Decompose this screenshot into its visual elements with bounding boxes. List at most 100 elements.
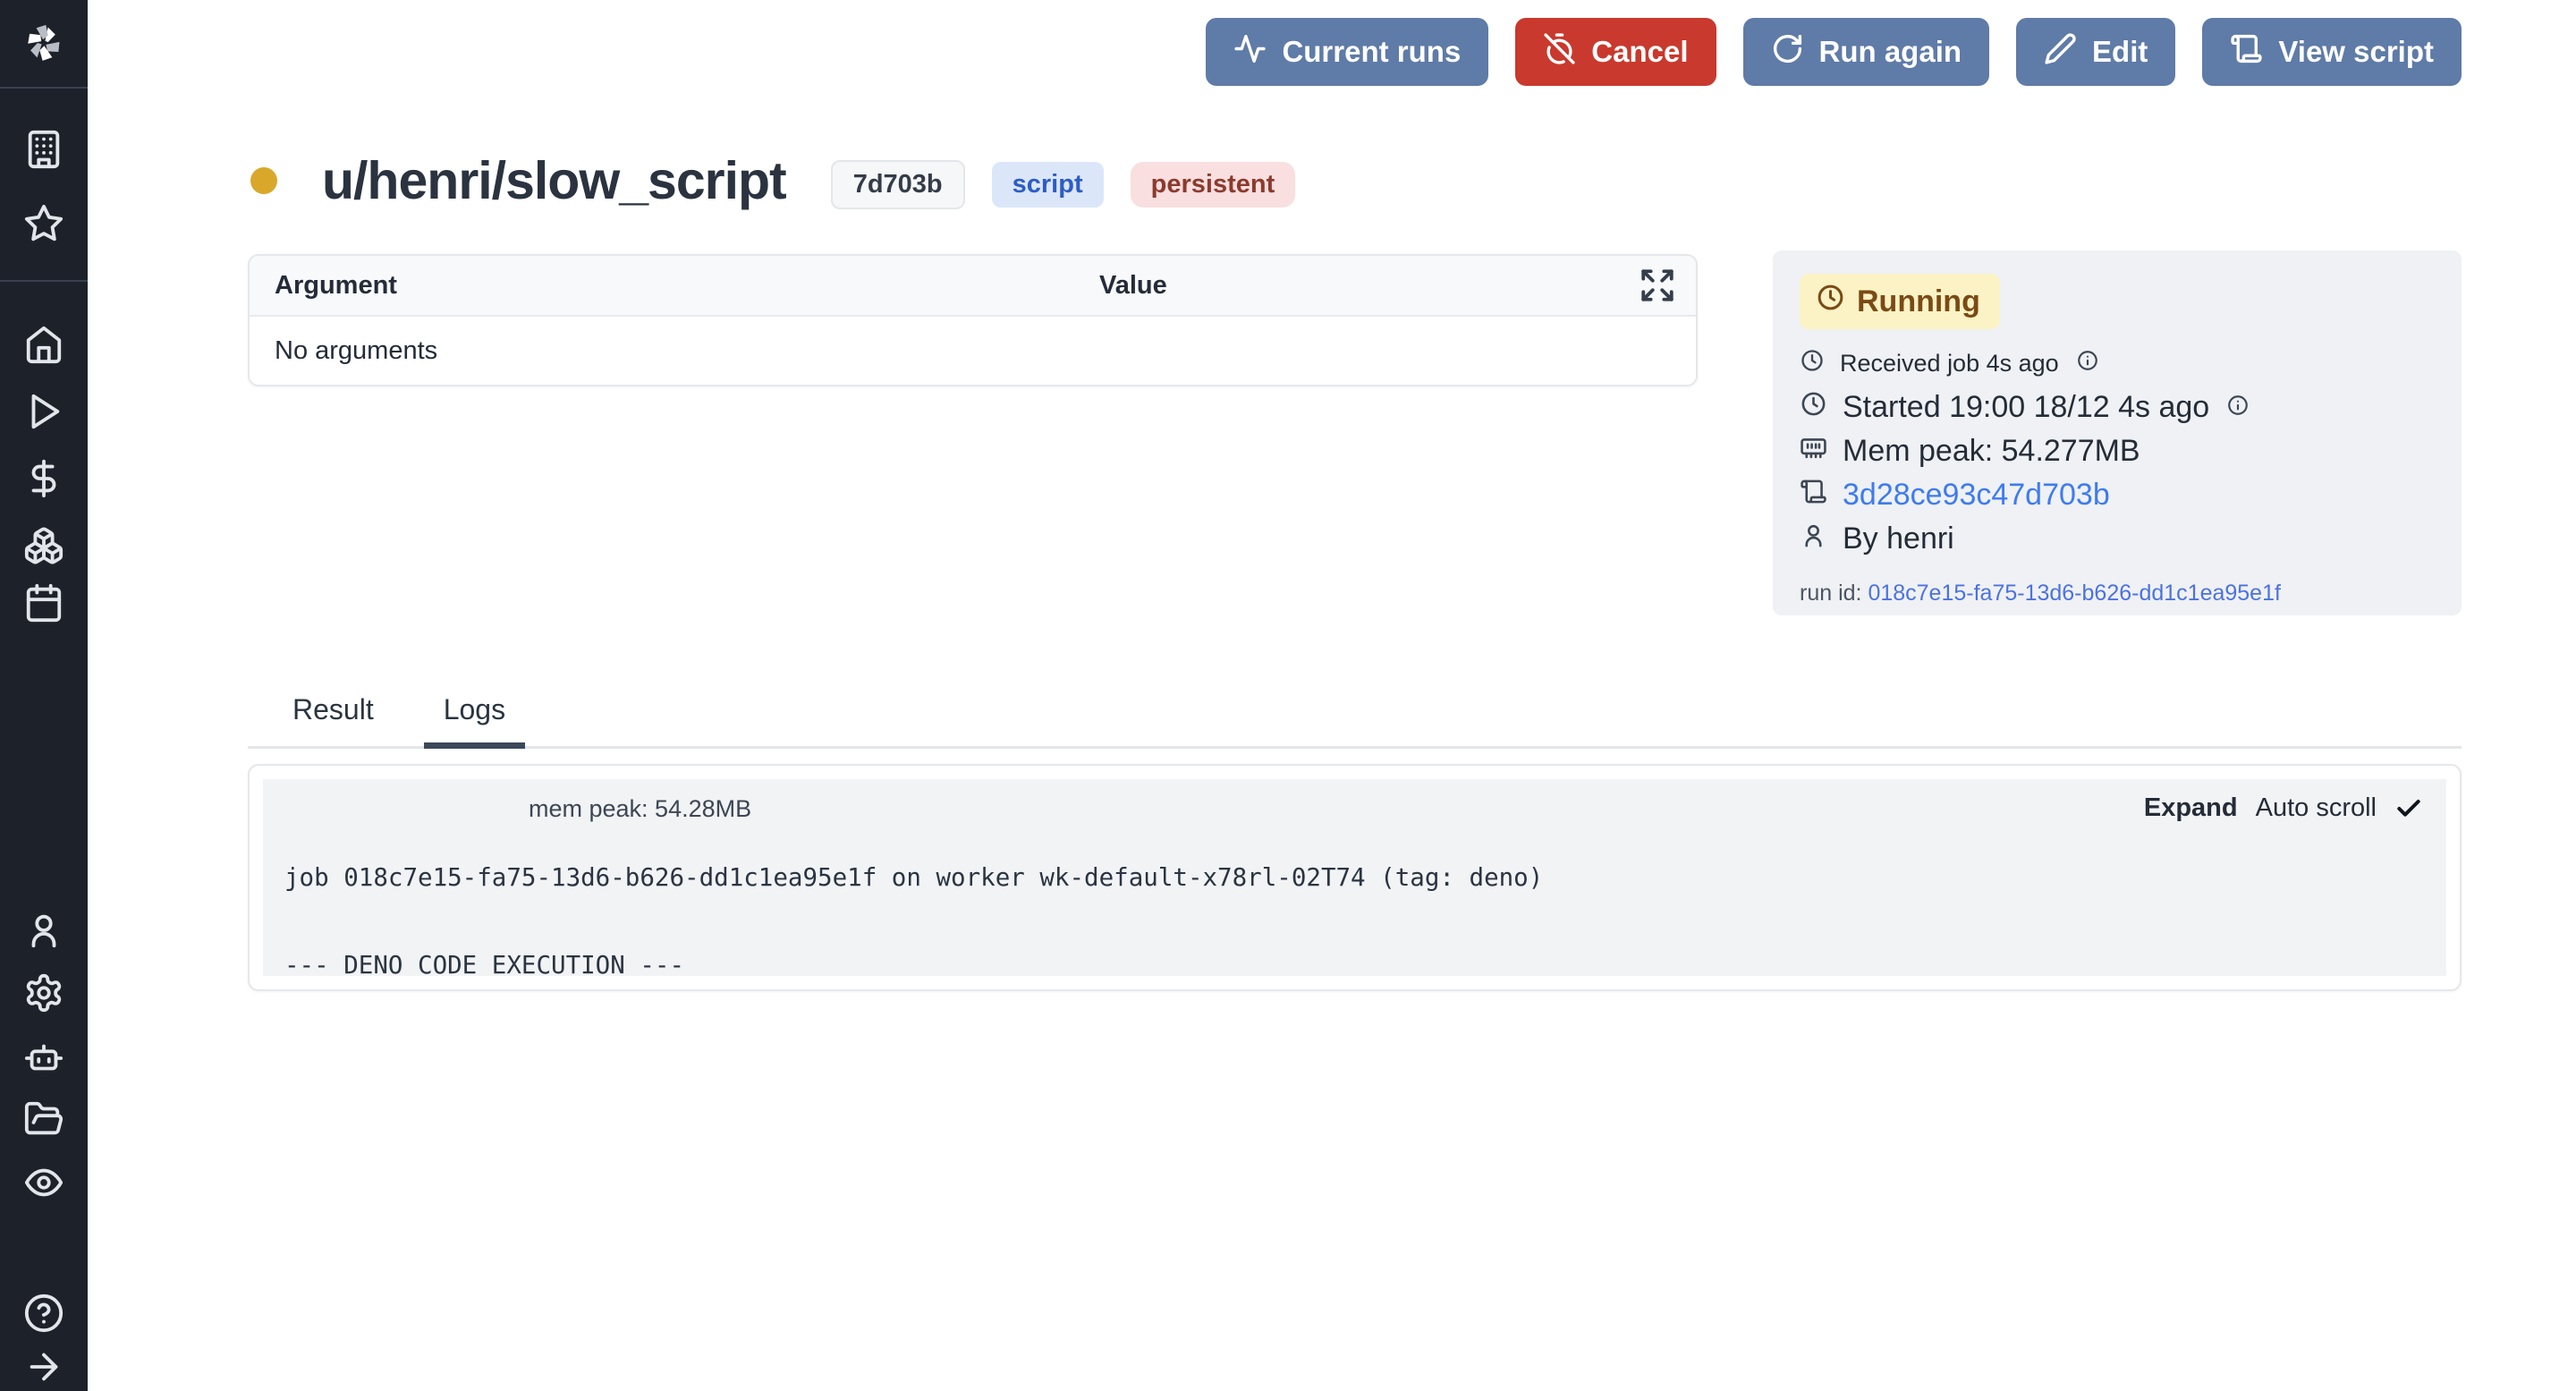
mem-peak-row: Mem peak: 54.277MB [1800,429,2435,473]
user-icon [23,939,64,954]
timer-off-icon [1543,32,1576,72]
sidebar-item-workspace[interactable] [23,129,64,170]
clock-icon [1800,348,1825,379]
cancel-label: Cancel [1591,35,1688,69]
boxes-icon [23,555,64,570]
sidebar-divider [0,87,88,89]
logs-expand-button[interactable]: Expand [2144,793,2238,823]
status-badge-label: Running [1857,284,1980,319]
eye-icon [23,1192,64,1207]
toolbar: Current runs Cancel Run again Edit View … [1206,18,2462,86]
started-text: Started 19:00 18/12 4s ago [1843,390,2209,425]
arguments-table: Argument Value No arguments [248,254,1698,386]
edit-button[interactable]: Edit [2016,18,2175,86]
sidebar-item-workers[interactable] [23,1038,64,1079]
info-icon[interactable] [2224,390,2250,425]
scroll-icon [2230,32,2263,72]
hash-badge[interactable]: 7d703b [831,160,965,209]
language-dot-icon [250,167,277,194]
sidebar-item-users[interactable] [23,910,64,951]
windmill-logo[interactable] [19,18,69,68]
sidebar-item-help[interactable] [23,1293,64,1334]
memory-icon [1800,434,1827,470]
sidebar-divider [0,280,88,282]
run-again-label: Run again [1819,35,1962,69]
status-panel: Running Received job 4s ago Started 19:0… [1773,250,2462,615]
sidebar-item-schedules[interactable] [23,582,64,623]
logs-viewer: mem peak: 54.28MB Expand Auto scroll job… [263,779,2446,976]
sidebar-item-audit-logs[interactable] [23,1162,64,1203]
dollar-icon [23,488,64,503]
info-icon[interactable] [2074,349,2099,378]
sidebar [0,0,88,1391]
tab-result[interactable]: Result [273,693,394,746]
tab-logs[interactable]: Logs [424,693,525,746]
argument-column-header: Argument [275,271,397,301]
current-runs-button[interactable]: Current runs [1206,18,1488,86]
folder-open-icon [23,1128,64,1143]
by-row: By henri [1800,517,2435,561]
view-script-label: View script [2278,35,2434,69]
calendar-icon [23,612,64,627]
received-row: Received job 4s ago [1800,342,2435,386]
play-icon [23,420,64,436]
star-icon [23,233,64,248]
script-badge: script [992,162,1104,208]
sidebar-item-home[interactable] [23,324,64,365]
arguments-empty-row: No arguments [250,317,1696,385]
clock-icon [1816,283,1845,320]
arguments-table-header: Argument Value [250,256,1696,317]
run-id-link[interactable]: 018c7e15-fa75-13d6-b626-dd1c1ea95e1f [1868,581,2281,606]
page-title: u/henri/slow_script [322,150,786,211]
cancel-button[interactable]: Cancel [1515,18,1716,86]
building-icon [23,158,64,174]
value-column-header: Value [1099,271,1167,301]
run-id-row: run id: 018c7e15-fa75-13d6-b626-dd1c1ea9… [1800,581,2435,606]
logs-autoscroll-label: Auto scroll [2256,793,2377,823]
logs-mem-peak: mem peak: 54.28MB [529,795,751,823]
no-arguments-text: No arguments [275,336,437,366]
gear-icon [23,1002,64,1017]
edit-label: Edit [2092,35,2148,69]
sidebar-item-runs[interactable] [23,391,64,432]
expand-table-button[interactable] [1639,267,1676,304]
current-runs-label: Current runs [1282,35,1461,69]
by-text: By henri [1843,522,1954,556]
app-window: Current runs Cancel Run again Edit View … [0,0,2576,1391]
sidebar-item-folders[interactable] [23,1098,64,1140]
expand-icon [1639,282,1676,310]
title-row: u/henri/slow_script 7d703b script persis… [250,145,1295,216]
autoscroll-checkbox[interactable] [2394,794,2423,823]
logs-controls: Expand Auto scroll [2144,793,2423,823]
scroll-icon [1800,478,1827,513]
logs-content[interactable]: job 018c7e15-fa75-13d6-b626-dd1c1ea95e1f… [284,856,1543,988]
sidebar-item-settings[interactable] [23,972,64,1014]
script-hash-row: 3d28ce93c47d703b [1800,473,2435,517]
arrow-right-icon [23,1376,64,1391]
robot-icon [23,1067,64,1082]
refresh-icon [1771,32,1804,72]
received-text: Received job 4s ago [1840,350,2059,377]
sidebar-item-expand[interactable] [23,1346,64,1387]
sidebar-item-resources[interactable] [23,525,64,566]
sidebar-item-favorites[interactable] [23,203,64,244]
view-script-button[interactable]: View script [2202,18,2462,86]
user-icon [1800,522,1827,557]
pen-icon [2044,32,2077,72]
mem-peak-text: Mem peak: 54.277MB [1843,434,2140,469]
logs-card: mem peak: 54.28MB Expand Auto scroll job… [248,764,2462,991]
persistent-badge: persistent [1131,162,1296,208]
help-circle-icon [23,1322,64,1337]
sidebar-item-variables[interactable] [23,458,64,499]
result-logs-tabs: Result Logs [248,693,2462,749]
activity-icon [1233,32,1267,72]
script-hash-link[interactable]: 3d28ce93c47d703b [1843,478,2110,513]
badges: 7d703b script persistent [831,153,1296,209]
clock-icon [1800,390,1827,426]
status-badge: Running [1800,274,2000,329]
started-row: Started 19:00 18/12 4s ago [1800,386,2435,429]
check-icon [2394,811,2423,827]
run-again-button[interactable]: Run again [1743,18,1990,86]
run-id-label: run id: [1800,581,1861,606]
home-icon [23,353,64,369]
